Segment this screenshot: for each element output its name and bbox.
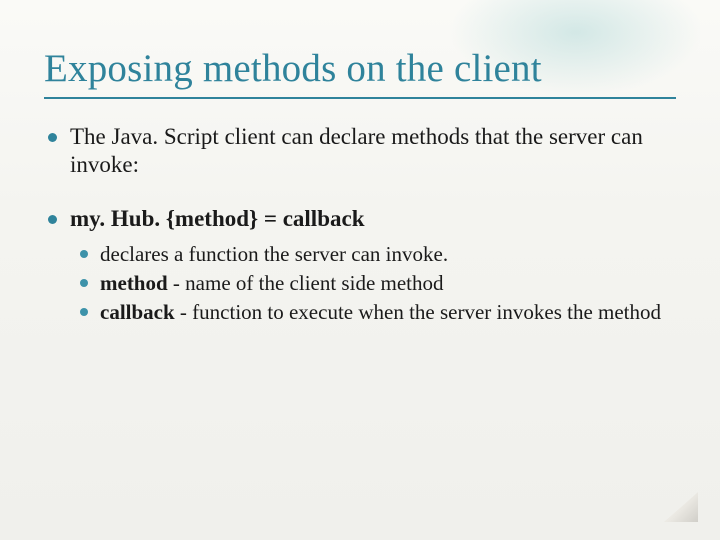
bullet-text-bold: my. Hub. {method} = callback	[70, 206, 365, 231]
sub-bullet-lead: method	[100, 271, 168, 295]
list-item: callback - function to execute when the …	[76, 299, 676, 326]
bullet-text: The Java. Script client can declare meth…	[70, 124, 643, 177]
sub-bullet-rest: - name of the client side method	[168, 271, 444, 295]
title-underline	[44, 97, 676, 99]
sub-bullet-list: declares a function the server can invok…	[70, 241, 676, 326]
sub-bullet-text: declares a function the server can invok…	[100, 242, 448, 266]
sub-bullet-lead: callback	[100, 300, 175, 324]
page-curl-decoration	[664, 492, 698, 522]
list-item: method - name of the client side method	[76, 270, 676, 297]
list-item: The Java. Script client can declare meth…	[44, 123, 676, 179]
list-item: declares a function the server can invok…	[76, 241, 676, 268]
bullet-list: The Java. Script client can declare meth…	[44, 123, 676, 326]
slide-title: Exposing methods on the client	[44, 46, 676, 91]
sub-bullet-rest: - function to execute when the server in…	[175, 300, 661, 324]
list-item: my. Hub. {method} = callback declares a …	[44, 205, 676, 326]
